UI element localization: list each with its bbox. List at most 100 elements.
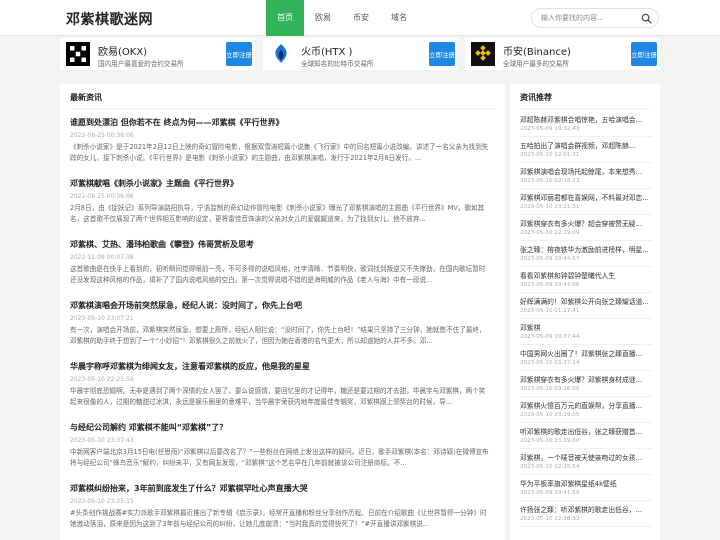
recommend-date: 2023-05-10 23:21:31 (520, 204, 580, 210)
article-title-link[interactable]: 谁愿到处漂泊 但你若不在 终点为何——邓紫棋《平行世界》 (70, 117, 490, 128)
recommend-date: 2023-05-09 19:43:06 (520, 282, 580, 288)
article-excerpt: 中新网客户端北京3月15日电(任思雨)“邓紫棋以后要改名了？”一些粉丝在网络上发… (70, 448, 489, 467)
recommend-item: 中国男网火出圈了！邓紫棋张之臻直播... 2023-05-10 03:37:14 (520, 348, 652, 371)
recommend-title-link[interactable]: 邓紫棋，一个唛音被天使亲吻过的女孩... (520, 452, 652, 462)
recommend-title-link[interactable]: 中国男网火出圈了！邓紫棋张之臻直播... (520, 348, 652, 358)
recommend-title-link[interactable]: 好辉满满的！邓紫棋公开向张之臻耀话道... (520, 296, 652, 306)
article-excerpt: 2月8日，由《捉妖记》系列导演路阳执导，宁浩监制的奇幻动作冒险电影《刺杀小说家》… (70, 204, 485, 223)
article-title-link[interactable]: 邓紫棋、艾热、潘玮柏歌曲《攀登》伟哥赏析及思考 (70, 239, 490, 250)
search-icon[interactable] (641, 13, 652, 24)
recommend-item: 邓超陈赫邓紫棋合唱惊艳，五哈演唱会... 2023-05-09 19:32:43 (520, 114, 652, 137)
recommend-date: 2023-05-10 12:01:31 (520, 152, 580, 158)
divider (520, 526, 652, 527)
article-title-link[interactable]: 邓紫棋纠纷抬来，3年前到底发生了什么？邓紫棋罕吐心声直播大哭 (70, 483, 490, 494)
panel-heading: 最新资讯 (70, 93, 102, 102)
exchange-card-okx[interactable]: 欧易(OKX) 国内用户最喜爱的合约交易所 立即注册 (60, 38, 255, 70)
recommend-title-link[interactable]: 邓紫棋 (520, 322, 652, 332)
article-item: 华晨宇称呼邓紫棋为绯闻女友，注意看邓紫棋的反应，他是我的星星 2023-05-1… (70, 361, 490, 408)
recommend-date: 2023-05-10 23:29:05 (520, 412, 580, 418)
recommend-title-link[interactable]: 邓紫棋演唱会现场托起鲸尾，本来想秀... (520, 166, 652, 176)
recommend-date: 2023-05-10 03:37:14 (520, 360, 580, 366)
divider (520, 214, 652, 215)
article-title-link[interactable]: 邓紫棋演唱会开场前突然尿急，经纪人说：没时间了，你先上台吧 (70, 300, 490, 311)
divider (520, 108, 650, 109)
recommend-panel: 资讯推荐 邓超陈赫邓紫棋合唱惊艳，五哈演唱会... 2023-05-09 19:3… (510, 84, 660, 540)
panel-heading: 资讯推荐 (520, 93, 552, 102)
exchange-name: 欧易(OKX) (98, 47, 148, 58)
article-title-link[interactable]: 邓紫棋献唱《刺杀小说家》主题曲《平行世界》 (70, 178, 490, 189)
divider (520, 162, 652, 163)
article-time: 2023-05-10 23:37:43 (70, 437, 134, 444)
nav-item-okx[interactable]: 欧易 (304, 0, 342, 36)
recommend-title-link[interactable]: 看看邓紫棋和钟碧钟楚曦代人生 (520, 270, 652, 280)
article-item: 谁愿到处漂泊 但你若不在 终点为何——邓紫棋《平行世界》 2022-08-25 … (70, 117, 490, 164)
recommend-title-link[interactable]: 邓紫棋火憶百万元的直娱帮，分享直播... (520, 400, 652, 410)
recommend-item: 好辉满满的！邓紫棋公开向张之臻耀话道... 2023-05-10 01:27:41 (520, 296, 652, 319)
recommend-item: 邓紫棋，一个唛音被天使亲吻过的女孩... 2023-05-10 22:35:54 (520, 452, 652, 475)
article-item: 邓紫棋纠纷抬来，3年前到底发生了什么？邓紫棋罕吐心声直播大哭 2023-05-1… (70, 483, 490, 530)
latest-news-panel: 最新资讯 谁愿到处漂泊 但你若不在 终点为何——邓紫棋《平行世界》 2022-0… (60, 84, 505, 540)
recommend-title-link[interactable]: 许扬张之臻：听邓紫棋的歌走出低谷，... (520, 504, 652, 514)
site-logo[interactable]: 邓紫棋歌迷网 (66, 9, 153, 29)
register-button-binance[interactable]: 立即注册 (631, 42, 657, 66)
recommend-item: 邓紫棋演唱会现场托起鲸尾，本来想秀... 2023-05-10 02:18:23 (520, 166, 652, 189)
exchange-name: 币安(Binance) (503, 47, 571, 58)
register-button-htx[interactable]: 立即注册 (429, 42, 455, 66)
recommend-date: 2023-05-10 22:19:09 (520, 230, 580, 236)
recommend-title-link[interactable]: 听邓紫棋的歌走出低谷，张之臻获赠首... (520, 426, 652, 436)
recommend-item: 许扬张之臻：听邓紫棋的歌走出低谷，... 2023-05-10 22:38:33 (520, 504, 652, 527)
okx-logo-icon (66, 42, 90, 66)
main-nav: 首页 欧易 币安 域名 (266, 0, 418, 36)
recommend-title-link[interactable]: 邓紫棋邓丽君都在喜娱网，不料最对邓恋... (520, 192, 652, 202)
divider (520, 318, 652, 319)
recommend-date: 2023-05-09 19:41:59 (520, 490, 580, 496)
search-input[interactable] (541, 11, 639, 25)
recommend-title-link[interactable]: 张之臻：榕夜铁华为激励前进榜样，明星... (520, 244, 652, 254)
nav-item-home[interactable]: 首页 (266, 0, 304, 36)
recommend-item: 邓紫棋穿衣有多火爆？邓紫棋身材成谜... 2023-05-10 03:16:05 (520, 374, 652, 397)
register-button-okx[interactable]: 立即注册 (226, 42, 252, 66)
recommend-item: 华为平板率旗邓紫棋星纸4k壁纸 2023-05-09 19:41:59 (520, 478, 652, 501)
article-time: 2023-05-10 22:25:59 (70, 376, 134, 383)
divider (520, 188, 652, 189)
recommend-date: 2023-05-10 03:16:05 (520, 386, 580, 392)
divider (520, 396, 652, 397)
recommend-title-link[interactable]: 邓紫棋穿衣有多火爆？邓紫棋身材成谜... (520, 374, 652, 384)
article-excerpt: #头条创作挑战赛#实力派歌手邓紫棋最近推出了新专辑《启示录》，经常开直播和粉丝分… (70, 509, 487, 528)
divider (520, 448, 652, 449)
article-time: 2022-11-09 00:07:38 (70, 254, 134, 261)
recommend-date: 2023-05-09 19:37:44 (520, 334, 580, 340)
recommend-date: 2023-05-10 02:18:23 (520, 178, 580, 184)
article-excerpt: 有一次，演唱会开场前，邓紫棋突然尿急，想要上厕所，经纪人阻拦说：“没时间了，你先… (70, 326, 486, 345)
exchange-desc: 全球知名的比特币交易所 (301, 60, 374, 68)
divider (70, 108, 495, 109)
recommend-title-link[interactable]: 华为平板率旗邓紫棋星纸4k壁纸 (520, 478, 652, 488)
article-item: 与经纪公司解约 邓紫棋不能叫“邓紫棋”了？ 2023-05-10 23:37:4… (70, 422, 490, 469)
exchange-card-binance[interactable]: 币安(Binance) 全球用户最多的交易所 立即注册 (465, 38, 660, 70)
article-time: 2023-05-10 23:07:21 (70, 315, 134, 322)
article-excerpt: 这首歌曲是在快手上看到的，初听瞬间觉得眼前一亮，不可多得的说唱风格，吐字清晰、节… (70, 265, 486, 284)
divider (520, 370, 652, 371)
recommend-title-link[interactable]: 邓超陈赫邓紫棋合唱惊艳，五哈演唱会... (520, 114, 652, 124)
recommend-title-link[interactable]: 五哈拍出了演唱会群视频，邓超陈赫... (520, 140, 652, 150)
article-title-link[interactable]: 与经纪公司解约 邓紫棋不能叫“邓紫棋”了？ (70, 422, 490, 433)
recommend-date: 2023-05-09 19:44:57 (520, 256, 580, 262)
recommend-item: 五哈拍出了演唱会群视频，邓超陈赫... 2023-05-10 12:01:31 (520, 140, 652, 163)
article-excerpt: 《刺杀小说家》是于2021年2月12日上映的奇幻冒险电影，根据双雪涛短篇小说集《… (70, 143, 489, 162)
recommend-title-link[interactable]: 邓紫棋穿衣有多火爆？超会穿被赞无疑... (520, 218, 652, 228)
search-box (531, 8, 659, 28)
recommend-item: 邓紫棋穿衣有多火爆？超会穿被赞无疑... 2023-05-10 22:19:09 (520, 218, 652, 241)
recommend-date: 2023-05-10 22:38:33 (520, 516, 580, 522)
nav-item-domain[interactable]: 域名 (380, 0, 418, 36)
recommend-date: 2023-05-09 19:32:43 (520, 126, 580, 132)
nav-item-binance[interactable]: 币安 (342, 0, 380, 36)
article-item: 邓紫棋演唱会开场前突然尿急，经纪人说：没时间了，你先上台吧 2023-05-10… (70, 300, 490, 347)
exchange-card-htx[interactable]: 火币(HTX ) 全球知名的比特币交易所 立即注册 (263, 38, 458, 70)
recommend-item: 听邓紫棋的歌走出低谷，张之臻获赠首... 2023-05-10 23:19:00 (520, 426, 652, 449)
exchange-row: 欧易(OKX) 国内用户最喜爱的合约交易所 立即注册 火币(HTX ) 全球知名… (60, 36, 660, 72)
recommend-date: 2023-05-10 22:35:54 (520, 464, 580, 470)
divider (520, 240, 652, 241)
binance-logo-icon (471, 42, 495, 66)
article-title-link[interactable]: 华晨宇称呼邓紫棋为绯闻女友，注意看邓紫棋的反应，他是我的星星 (70, 361, 490, 372)
exchange-name: 火币(HTX ) (301, 47, 353, 58)
